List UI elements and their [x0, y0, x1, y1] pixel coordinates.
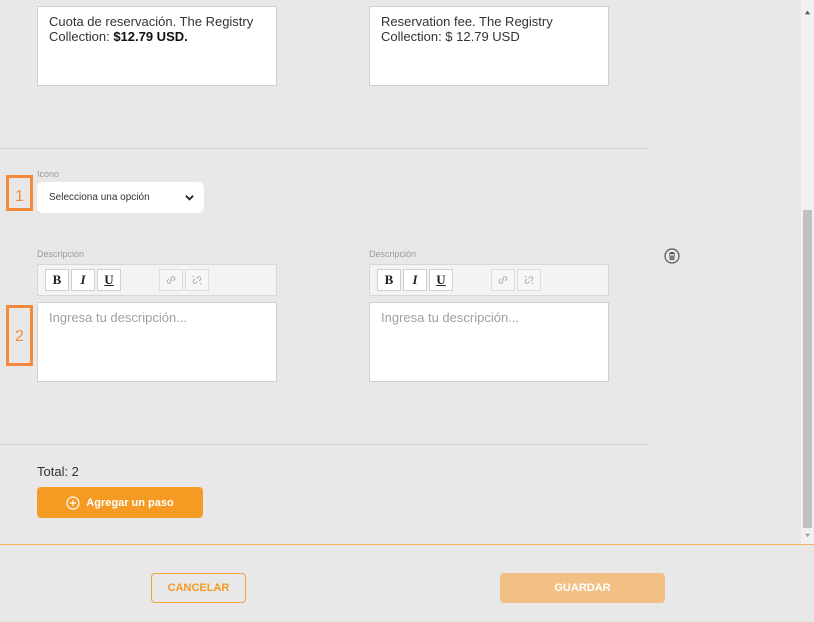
editor-toolbar-en: B I U [369, 264, 609, 296]
step1-en-text: Reservation fee. The Registry Collection… [381, 14, 553, 44]
step-divider [0, 148, 648, 149]
step-divider [0, 444, 648, 445]
description-placeholder-en: Ingresa tu descripción... [381, 310, 520, 325]
description-placeholder-es: Ingresa tu descripción... [49, 310, 188, 325]
chevron-down-icon [185, 195, 194, 201]
italic-button[interactable]: I [71, 269, 95, 291]
scrollbar-thumb[interactable] [803, 210, 812, 528]
description-label-es: Descripción [37, 249, 85, 259]
trash-icon[interactable] [664, 248, 680, 264]
vertical-scrollbar[interactable] [801, 0, 814, 544]
description-editor-en[interactable]: Ingresa tu descripción... [369, 302, 609, 382]
bold-button[interactable]: B [45, 269, 69, 291]
description-editor-es[interactable]: Ingresa tu descripción... [37, 302, 277, 382]
icon-select-value: Selecciona una opción [49, 192, 150, 203]
link-button[interactable] [491, 269, 515, 291]
unlink-button[interactable] [517, 269, 541, 291]
bold-button[interactable]: B [377, 269, 401, 291]
icon-select[interactable]: Selecciona una opción [37, 182, 204, 213]
step1-description-en[interactable]: Reservation fee. The Registry Collection… [369, 6, 609, 86]
underline-button[interactable]: U [97, 269, 121, 291]
add-step-button[interactable]: Agregar un paso [37, 487, 203, 518]
unlink-icon [192, 275, 202, 285]
step-marker-2: 2 [6, 305, 33, 366]
add-step-label: Agregar un paso [86, 496, 174, 509]
unlink-button[interactable] [185, 269, 209, 291]
modal-footer: CANCELAR GUARDAR [0, 544, 814, 622]
link-button[interactable] [159, 269, 183, 291]
marker-number: 1 [15, 188, 24, 205]
link-icon [166, 276, 176, 284]
cancel-button[interactable]: CANCELAR [151, 573, 246, 603]
step1-description-es[interactable]: Cuota de reservación. The Registry Colle… [37, 6, 277, 86]
plus-circle-icon [66, 495, 80, 510]
steps-scroll-area: Cuota de reservación. The Registry Colle… [0, 0, 801, 544]
total-count: Total: 2 [37, 464, 79, 479]
icon-label: Icono [37, 169, 60, 179]
step-marker-1: 1 [6, 175, 33, 211]
scroll-down-icon[interactable] [804, 532, 811, 539]
underline-button[interactable]: U [429, 269, 453, 291]
marker-number: 2 [15, 328, 24, 345]
description-label-en: Descripción [369, 249, 417, 259]
link-icon [498, 276, 508, 284]
unlink-icon [524, 275, 534, 285]
step1-es-price: $12.79 USD. [113, 29, 188, 44]
editor-toolbar-es: B I U [37, 264, 277, 296]
scroll-up-icon[interactable] [804, 9, 811, 16]
italic-button[interactable]: I [403, 269, 427, 291]
save-button[interactable]: GUARDAR [500, 573, 665, 603]
